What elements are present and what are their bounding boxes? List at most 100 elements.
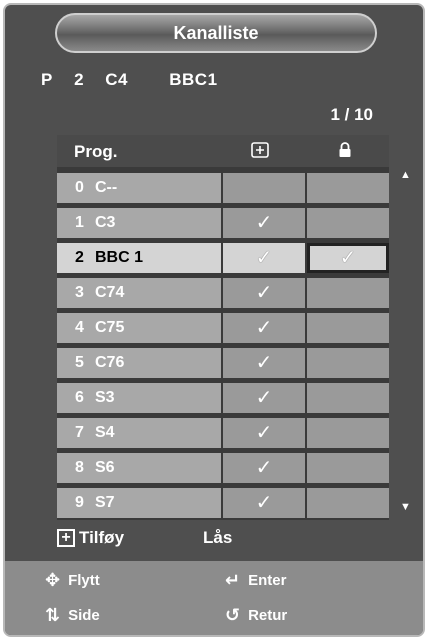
channel-name: S4: [95, 424, 115, 441]
check-icon: ✓: [255, 492, 273, 514]
scroll-up-arrow[interactable]: ▲: [400, 169, 411, 181]
page-icon: ⇅: [45, 605, 61, 625]
current-channel-info: P 2 C4 BBC1: [41, 70, 234, 90]
help-return-label: Retur: [248, 607, 288, 624]
table-row[interactable]: 2 BBC 1 ✓ ✓: [57, 243, 389, 273]
check-icon: ✓: [255, 387, 273, 409]
channel-name: C74: [95, 284, 125, 301]
help-move: ✥ Flytt: [45, 570, 100, 591]
lock-toggle-cell[interactable]: [307, 208, 389, 238]
check-icon: ✓: [255, 457, 273, 479]
channel-name: BBC 1: [95, 249, 144, 266]
add-toggle-cell[interactable]: ✓: [223, 418, 305, 448]
add-toggle-cell[interactable]: ✓: [223, 383, 305, 413]
help-move-label: Flytt: [68, 572, 100, 589]
table-row[interactable]: 6 S3 ✓: [57, 383, 389, 413]
lock-toggle-cell[interactable]: [307, 173, 389, 203]
help-page-label: Side: [68, 607, 100, 624]
channel-number: 6: [75, 389, 84, 406]
plus-box-icon: [251, 142, 269, 163]
channel-number: 2: [75, 249, 84, 266]
enter-icon: ↵: [225, 570, 241, 590]
check-icon: ✓: [255, 317, 273, 339]
table-row[interactable]: 0 C--: [57, 173, 389, 203]
help-enter-label: Enter: [248, 572, 287, 589]
add-toggle-cell[interactable]: ✓: [223, 243, 305, 273]
lock-toggle-cell[interactable]: ✓: [307, 243, 389, 273]
channel-cell[interactable]: 6 S3: [57, 383, 221, 413]
channel-number: 0: [75, 179, 84, 196]
table-row[interactable]: 1 C3 ✓: [57, 208, 389, 238]
add-toggle-cell[interactable]: ✓: [223, 453, 305, 483]
check-icon: ✓: [255, 212, 273, 234]
return-icon: ↺: [225, 605, 241, 625]
legend-lock: Lås: [203, 528, 232, 548]
channel-number: 9: [75, 494, 84, 511]
lock-toggle-cell[interactable]: [307, 348, 389, 378]
check-icon: ✓: [255, 282, 273, 304]
add-toggle-cell[interactable]: ✓: [223, 278, 305, 308]
channel-name: S7: [95, 494, 115, 511]
add-toggle-cell[interactable]: [223, 173, 305, 203]
channel-name: S3: [95, 389, 115, 406]
legend-lock-label: Lås: [203, 528, 233, 547]
lock-toggle-cell[interactable]: [307, 278, 389, 308]
channel-number: 7: [75, 424, 84, 441]
add-toggle-cell[interactable]: ✓: [223, 208, 305, 238]
check-icon: ✓: [255, 247, 273, 269]
channel-name: BBC1: [169, 70, 218, 89]
table-row[interactable]: 8 S6 ✓: [57, 453, 389, 483]
legend-add: + Tilføy: [57, 528, 124, 548]
channel-name: C--: [95, 179, 118, 196]
lock-toggle-cell[interactable]: [307, 488, 389, 518]
add-toggle-cell[interactable]: ✓: [223, 348, 305, 378]
add-toggle-cell[interactable]: ✓: [223, 313, 305, 343]
lock-toggle-cell[interactable]: [307, 313, 389, 343]
channel-cell[interactable]: 8 S6: [57, 453, 221, 483]
channel-number: 5: [75, 354, 84, 371]
channel-name: C3: [95, 214, 116, 231]
channel-number: 1: [75, 214, 84, 231]
scroll-down-arrow[interactable]: ▼: [400, 501, 411, 513]
channel-cell[interactable]: 9 S7: [57, 488, 221, 518]
channel-cell[interactable]: 3 C74: [57, 278, 221, 308]
lock-icon: [338, 142, 352, 163]
channel-name: C76: [95, 354, 125, 371]
page-indicator: 1 / 10: [330, 105, 373, 124]
add-toggle-cell[interactable]: ✓: [223, 488, 305, 518]
channel-cell[interactable]: 0 C--: [57, 173, 221, 203]
check-icon: ✓: [255, 352, 273, 374]
channel-number: 8: [75, 459, 84, 476]
plus-box-icon: +: [57, 529, 75, 547]
channel-cell[interactable]: 2 BBC 1: [57, 243, 221, 273]
check-icon: ✓: [255, 422, 273, 444]
channel-cell[interactable]: 1 C3: [57, 208, 221, 238]
channel-number: 3: [75, 284, 84, 301]
lock-toggle-cell[interactable]: [307, 453, 389, 483]
channel-cell[interactable]: 7 S4: [57, 418, 221, 448]
table-header: Prog.: [57, 135, 389, 167]
lock-toggle-cell[interactable]: [307, 383, 389, 413]
channel-code: C4: [105, 70, 129, 89]
table-row[interactable]: 7 S4 ✓: [57, 418, 389, 448]
program-label: P: [41, 70, 53, 89]
window-title: Kanalliste: [55, 13, 377, 53]
lock-toggle-cell[interactable]: [307, 418, 389, 448]
program-number: 2: [74, 70, 85, 89]
table-row[interactable]: 4 C75 ✓: [57, 313, 389, 343]
help-return: ↺ Retur: [225, 605, 287, 626]
legend-add-label: Tilføy: [79, 528, 125, 547]
channel-cell[interactable]: 4 C75: [57, 313, 221, 343]
help-page: ⇅ Side: [45, 605, 100, 626]
channel-list-window: Kanalliste P 2 C4 BBC1 1 / 10 Prog. 0 C--…: [3, 3, 425, 637]
column-header-prog: Prog.: [74, 142, 118, 161]
check-icon: ✓: [339, 247, 357, 269]
table-row[interactable]: 9 S7 ✓: [57, 488, 389, 518]
help-enter: ↵ Enter: [225, 570, 286, 591]
table-row[interactable]: 5 C76 ✓: [57, 348, 389, 378]
channel-table: Prog. 0 C-- 1 C3 ✓ 2 BBC 1 ✓ ✓ 3 C74 ✓ 4 C75 ✓ 5 C76 ✓ 6 S3…: [57, 135, 389, 520]
channel-cell[interactable]: 5 C76: [57, 348, 221, 378]
table-row[interactable]: 3 C74 ✓: [57, 278, 389, 308]
move-icon: ✥: [45, 570, 61, 590]
legend: + Tilføy Lås: [57, 528, 387, 554]
